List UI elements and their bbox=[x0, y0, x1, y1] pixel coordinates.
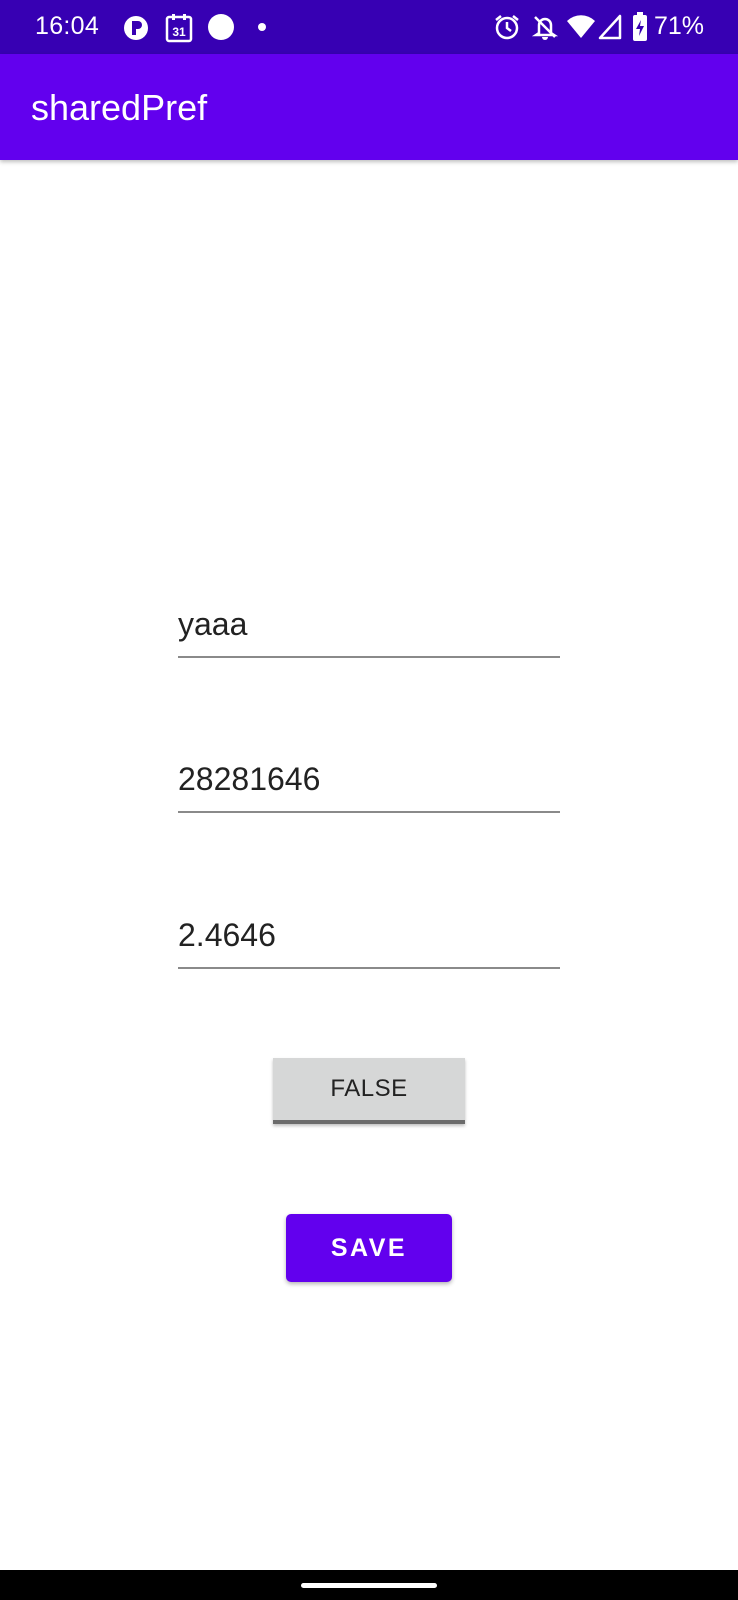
signal-icon bbox=[598, 14, 622, 40]
integer-input[interactable] bbox=[178, 749, 560, 809]
home-handle[interactable] bbox=[301, 1583, 437, 1588]
text-field-1 bbox=[178, 594, 560, 658]
app-bar: sharedPref bbox=[0, 54, 738, 160]
boolean-toggle-button[interactable]: FALSE bbox=[273, 1058, 465, 1124]
navigation-bar bbox=[0, 1570, 738, 1600]
float-input[interactable] bbox=[178, 905, 560, 965]
toggle-label: FALSE bbox=[330, 1075, 408, 1102]
dot-icon bbox=[258, 23, 266, 31]
save-button[interactable]: SAVE bbox=[286, 1214, 452, 1282]
calendar-icon: 31 bbox=[165, 14, 193, 43]
calendar-day: 31 bbox=[172, 25, 186, 39]
status-bar: 16:04 31 71% bbox=[0, 0, 738, 54]
circle-notification-icon bbox=[208, 14, 234, 40]
app-notification-icon bbox=[124, 16, 148, 40]
text-field-3 bbox=[178, 905, 560, 969]
notifications-off-icon bbox=[531, 16, 559, 40]
text-field-2 bbox=[178, 749, 560, 813]
wifi-icon bbox=[567, 15, 595, 38]
battery-charging-icon bbox=[633, 12, 647, 41]
toggle-indicator bbox=[273, 1120, 465, 1124]
status-time: 16:04 bbox=[35, 12, 100, 40]
string-input[interactable] bbox=[178, 594, 560, 654]
app-title: sharedPref bbox=[31, 87, 208, 128]
alarm-icon bbox=[495, 15, 519, 40]
battery-percentage: 71% bbox=[654, 12, 705, 40]
